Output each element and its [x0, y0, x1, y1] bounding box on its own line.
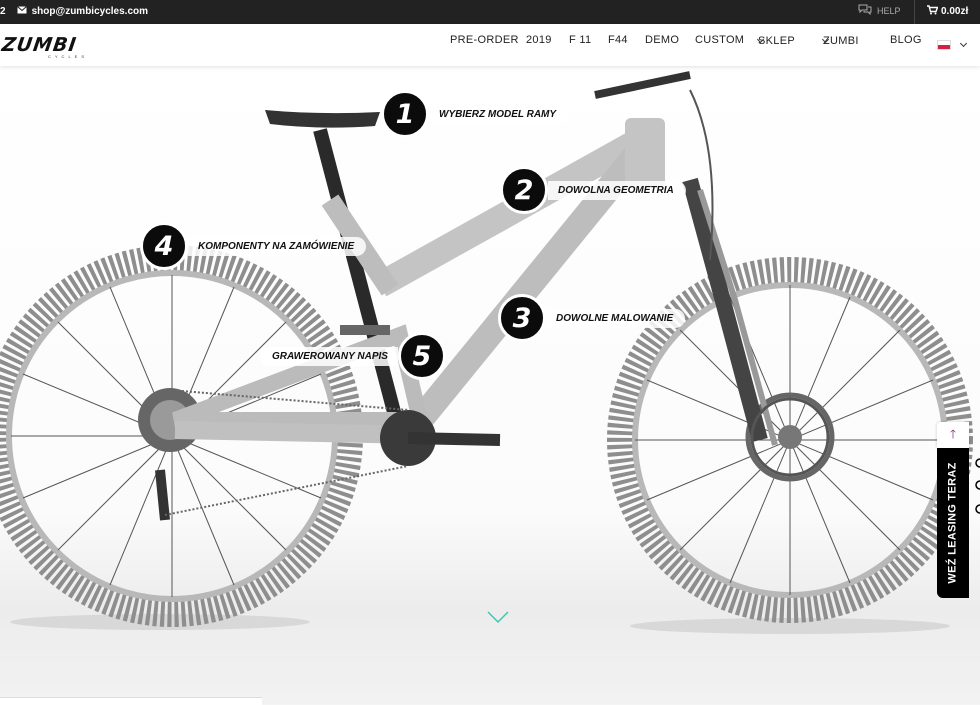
pl-flag-icon: [937, 40, 951, 50]
help-label: HELP: [877, 5, 901, 16]
callout-4: 4 KOMPONENTY NA ZAMÓWIENIE: [140, 222, 367, 270]
menu-label: PRE-ORDER: [450, 34, 519, 46]
leasing-toggle[interactable]: 🡑: [937, 422, 969, 448]
callout-number: 2: [500, 166, 548, 214]
email-link[interactable]: shop@zumbicycles.com: [32, 6, 148, 17]
callout-number: 1: [381, 90, 429, 138]
menu-label: ZUMBI: [823, 35, 859, 47]
menu-label: CUSTOM: [695, 34, 745, 46]
language-switcher[interactable]: [937, 39, 968, 50]
callout-1: 1 WYBIERZ MODEL RAMY: [381, 90, 569, 138]
callout-number: 3: [498, 294, 546, 342]
callout-3: 3 DOWOLNE MALOWANIE: [498, 294, 686, 342]
cart-total: 0.00zł: [941, 6, 969, 17]
leasing-label: WEŹ LEASING TERAZ: [947, 462, 959, 584]
menu-label: SKLEP: [758, 35, 795, 47]
edge-widget: [974, 455, 980, 525]
chevron-down-icon: [487, 611, 509, 624]
bicycle-image: [0, 71, 973, 634]
cart-icon: [927, 5, 939, 18]
menu-label: DEMO: [645, 34, 680, 46]
callout-label: DOWOLNE MALOWANIE: [546, 308, 686, 328]
menu-label: F 11: [569, 34, 592, 46]
phone-fragment: 2: [0, 6, 6, 17]
logo[interactable]: ZUMBI: [0, 34, 78, 56]
callout-number: 5: [397, 332, 446, 380]
chevron-down-icon: [959, 39, 968, 48]
callout-label: DOWOLNA GEOMETRIA: [548, 180, 686, 200]
topbar-divider: [914, 0, 915, 24]
callout-number: 4: [140, 222, 188, 270]
leasing-button[interactable]: WEŹ LEASING TERAZ: [937, 448, 969, 598]
callout-label: GRAWEROWANY NAPIS: [260, 346, 398, 366]
chat-icon: [858, 4, 872, 17]
menu-item-zumbi[interactable]: ZUMBI: [821, 35, 858, 47]
menu-label: 2019: [526, 34, 552, 46]
callout-label: WYBIERZ MODEL RAMY: [429, 104, 569, 124]
menu-label: F44: [608, 34, 628, 46]
menu-label: BLOG: [890, 34, 922, 46]
callout-2: 2 DOWOLNA GEOMETRIA: [500, 166, 686, 214]
top-bar: 2 shop@zumbicycles.com HELP 0.00zł: [0, 0, 980, 24]
mail-icon: [16, 6, 27, 17]
logo-subtitle: CYCLES: [48, 54, 89, 59]
callout-label: KOMPONENTY NA ZAMÓWIENIE: [188, 236, 367, 256]
cart-button[interactable]: 0.00zł: [927, 5, 968, 18]
main-navbar: ZUMBI CYCLES PRE-ORDER 2019 F 11 F44 DEM…: [0, 24, 980, 66]
help-link[interactable]: HELP: [858, 4, 901, 17]
hero-section: 1 WYBIERZ MODEL RAMY 2 DOWOLNA GEOMETRIA…: [0, 66, 980, 704]
contact-info: 2 shop@zumbicycles.com: [0, 6, 148, 17]
callout-5: GRAWEROWANY NAPIS 5: [260, 332, 446, 380]
scroll-down-button[interactable]: [487, 610, 509, 629]
arrow-up-icon: 🡑: [949, 426, 957, 441]
menu-item-sklep[interactable]: SKLEP: [756, 35, 795, 47]
